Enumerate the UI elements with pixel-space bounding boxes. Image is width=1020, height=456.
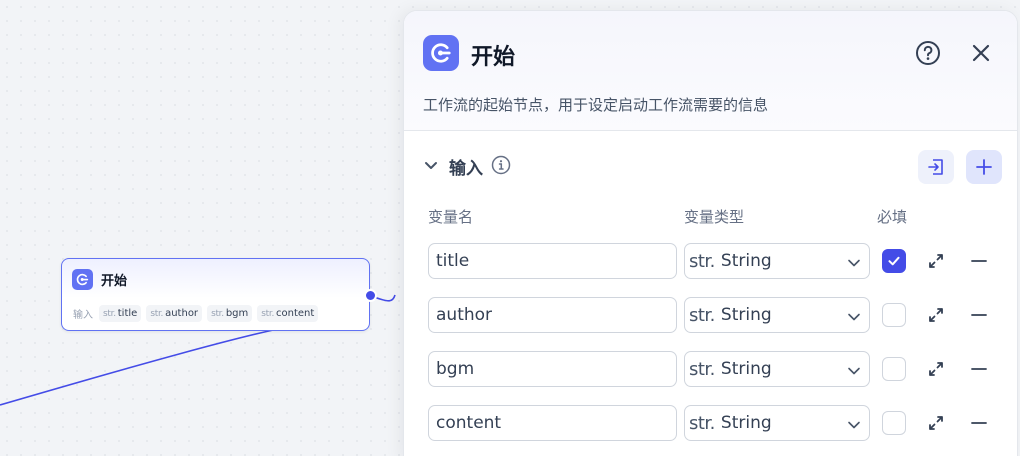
type-value: String: [720, 305, 772, 325]
chevron-down-icon: [847, 363, 861, 382]
add-variable-button[interactable]: [966, 150, 1002, 184]
panel-description: 工作流的起始节点，用于设定启动工作流需要的信息: [423, 96, 769, 114]
chip-name: content: [276, 308, 315, 319]
column-header-required: 必填: [877, 208, 908, 226]
required-checkbox[interactable]: [882, 249, 906, 273]
type-value: String: [720, 359, 772, 379]
expand-icon[interactable]: [926, 305, 946, 325]
node-output-handle[interactable]: [364, 289, 377, 302]
plus-icon: [976, 159, 992, 175]
chevron-down-icon: [847, 417, 861, 436]
variable-name-input[interactable]: author: [428, 297, 677, 333]
variable-row: bgm str. String: [404, 351, 1017, 387]
variable-type-select[interactable]: str. String: [684, 351, 870, 387]
required-checkbox[interactable]: [882, 303, 906, 327]
minus-icon[interactable]: [969, 359, 989, 379]
start-node-icon: [72, 269, 93, 290]
type-prefix: str.: [689, 250, 715, 272]
panel-title[interactable]: 开始: [471, 39, 515, 71]
input-section-header[interactable]: 输入: [423, 154, 511, 179]
variable-type-select[interactable]: str. String: [684, 297, 870, 333]
variable-name-input[interactable]: bgm: [428, 351, 677, 387]
start-node-header: 开始: [72, 269, 127, 290]
minus-icon[interactable]: [969, 251, 989, 271]
chip-type: str.: [211, 308, 224, 319]
chip-name: title: [117, 308, 138, 319]
chip-name: author: [165, 308, 199, 319]
node-settings-panel: 开始 工作流的起始节点，用于设定启动工作流需要的信息 输入 变量名 变量类型 必…: [403, 10, 1018, 456]
chip-type: str.: [150, 308, 164, 319]
type-value: String: [720, 413, 772, 433]
minus-icon[interactable]: [969, 305, 989, 325]
chip-type: str.: [103, 308, 116, 319]
input-section-title: 输入: [449, 159, 483, 179]
variable-name-input[interactable]: title: [428, 243, 677, 279]
variable-chip-author: str. author: [146, 305, 203, 322]
type-prefix: str.: [689, 358, 715, 380]
chevron-down-icon: [847, 309, 861, 328]
required-checkbox[interactable]: [882, 357, 906, 381]
variable-type-select[interactable]: str. String: [684, 405, 870, 441]
canvas-edge: [0, 294, 396, 406]
variable-chip-title: str. title: [99, 305, 142, 322]
close-icon[interactable]: [967, 39, 995, 67]
check-icon: [888, 256, 900, 266]
variable-row: content str. String: [404, 405, 1017, 441]
column-header-name: 变量名: [428, 208, 474, 226]
help-icon[interactable]: [914, 39, 942, 67]
expand-icon[interactable]: [926, 359, 946, 379]
chip-name: bgm: [225, 308, 249, 319]
column-header-type: 变量类型: [684, 208, 745, 226]
expand-icon[interactable]: [926, 251, 946, 271]
import-icon[interactable]: [918, 150, 954, 184]
variable-row: title str. String: [404, 243, 1017, 279]
start-node-inputs-label: 输入: [73, 310, 93, 321]
expand-icon[interactable]: [926, 413, 946, 433]
info-icon[interactable]: [491, 155, 511, 179]
chip-type: str.: [261, 308, 275, 319]
variable-type-select[interactable]: str. String: [684, 243, 870, 279]
type-value: String: [720, 251, 772, 271]
chevron-down-icon[interactable]: [423, 157, 439, 177]
variable-chip-bgm: str. bgm: [207, 305, 253, 322]
variable-row: author str. String: [404, 297, 1017, 333]
variable-name-input[interactable]: content: [428, 405, 677, 441]
variable-chip-content: str. content: [257, 305, 319, 322]
start-node-inputs: 输入 str. title str. author str. bgm str. cont…: [73, 305, 323, 322]
chevron-down-icon: [847, 255, 861, 274]
type-prefix: str.: [689, 412, 715, 434]
minus-icon[interactable]: [969, 413, 989, 433]
start-node-icon: [423, 35, 459, 71]
start-node[interactable]: 开始 输入 str. title str. author str. bgm str. c…: [61, 258, 377, 331]
start-node-title: 开始: [101, 274, 128, 289]
required-checkbox[interactable]: [882, 411, 906, 435]
type-prefix: str.: [689, 304, 715, 326]
